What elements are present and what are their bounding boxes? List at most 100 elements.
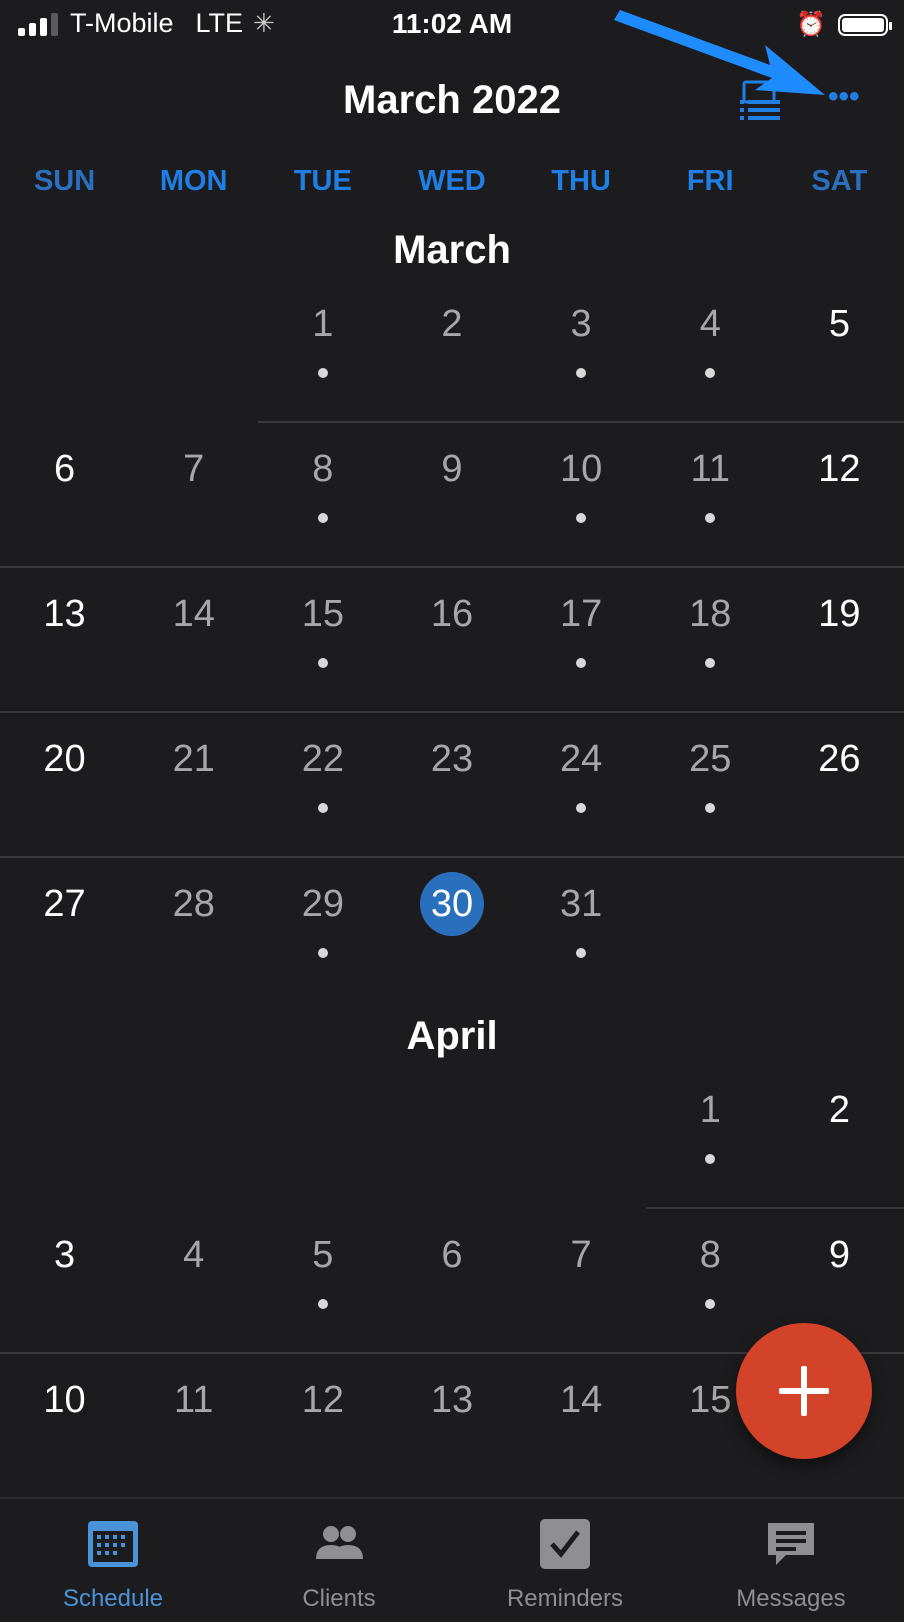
day-cell[interactable]: 2 [387,278,516,423]
nav-bar: March 2022 ••• [0,60,904,140]
day-cell[interactable]: 25 [646,713,775,858]
message-bubble-icon [764,1517,818,1571]
day-cell[interactable]: 23 [387,713,516,858]
day-cell[interactable]: 16 [387,568,516,713]
day-cell[interactable]: 1 [258,278,387,423]
day-number: 3 [53,1234,76,1276]
day-cell[interactable]: 5 [258,1209,387,1354]
day-number: 26 [818,738,861,780]
day-cell[interactable]: 12 [258,1354,387,1499]
day-cell[interactable]: 15 [258,568,387,713]
status-right: ⏰ [796,10,892,39]
day-number: 25 [689,738,732,780]
weekday-sun: SUN [33,165,96,197]
day-cell[interactable]: 20 [0,713,129,858]
weekday-sat: SAT [811,165,868,197]
day-number: 16 [430,593,474,635]
appointment-dot [705,1299,716,1309]
day-cell[interactable]: 8 [646,1209,775,1354]
day-cell[interactable]: 18 [646,568,775,713]
day-cell[interactable]: 17 [517,568,646,713]
day-cell[interactable]: 11 [646,423,775,568]
day-cell[interactable]: 14 [129,568,258,713]
tab-reminders[interactable]: Reminders [452,1499,678,1622]
day-number: 4 [699,303,721,345]
day-cell[interactable]: 29 [258,858,387,1003]
day-number: 12 [818,448,861,490]
day-cell[interactable]: 19 [775,568,904,713]
tab-reminders-label: Reminders [506,1585,624,1612]
day-cell[interactable]: 5 [775,278,904,423]
more-options-button[interactable]: ••• [828,82,868,114]
week-row: 27 28 29 30 31 [0,856,904,1003]
status-time: 11:02 AM [391,8,513,39]
day-cell[interactable]: 10 [0,1354,129,1499]
alarm-icon: ⏰ [796,11,826,38]
weekday-thu: THU [551,165,611,197]
day-number: 3 [570,303,592,345]
day-number: 5 [828,303,850,345]
day-cell[interactable]: 21 [129,713,258,858]
tab-messages[interactable]: Messages [678,1499,904,1622]
day-number: 31 [559,883,603,925]
appointment-dot [705,513,716,523]
week-row: 20 21 22 23 24 25 26 [0,711,904,858]
appointment-dot [576,948,587,958]
day-number: 21 [172,738,215,780]
tab-schedule[interactable]: Schedule [0,1499,226,1622]
day-cell[interactable]: 3 [0,1209,129,1354]
day-cell[interactable]: 4 [646,278,775,423]
appointment-dot [576,368,587,378]
day-number: 20 [43,738,86,780]
day-cell[interactable]: 9 [387,423,516,568]
tab-clients[interactable]: Clients [226,1499,452,1622]
day-cell[interactable]: 8 [258,423,387,568]
add-appointment-button[interactable] [736,1323,872,1459]
day-number: 13 [43,593,86,635]
day-cell[interactable]: 3 [517,278,646,423]
day-cell[interactable]: 24 [517,713,646,858]
appointment-dot [317,368,328,378]
day-cell[interactable]: 30 [387,858,516,1003]
day-cell[interactable]: 14 [517,1354,646,1499]
day-number: 10 [559,448,603,490]
day-number: 7 [570,1234,592,1276]
day-cell[interactable]: 10 [517,423,646,568]
day-cell[interactable]: 2 [775,1064,904,1209]
day-cell[interactable]: 26 [775,713,904,858]
day-cell[interactable]: 27 [0,858,129,1003]
day-number: 14 [172,593,215,635]
day-number: 4 [183,1234,205,1276]
day-cell[interactable]: 22 [258,713,387,858]
appointment-dot [705,368,716,378]
day-cell[interactable]: 28 [129,858,258,1003]
day-number: 17 [559,593,603,635]
list-view-icon[interactable] [738,78,784,124]
weekday-tue: TUE [293,165,352,197]
day-cell[interactable]: 31 [517,858,646,1003]
day-cell[interactable]: 13 [387,1354,516,1499]
day-cell[interactable]: 11 [129,1354,258,1499]
status-bar: T-Mobile LTE ✳ 11:02 AM ⏰ [0,0,904,54]
day-number: 11 [173,1379,214,1421]
appointment-dot [705,803,716,813]
day-cell[interactable]: 1 [646,1064,775,1209]
day-cell[interactable]: 6 [387,1209,516,1354]
day-cell[interactable]: 13 [0,568,129,713]
weekday-wed: WED [418,165,486,197]
weekday-mon: MON [159,165,228,197]
day-number: 1 [312,303,334,345]
day-cell[interactable]: 4 [129,1209,258,1354]
day-cell[interactable]: 12 [775,423,904,568]
appointment-dot [705,658,716,668]
day-number: 15 [689,1379,732,1421]
day-number: 7 [183,448,205,490]
day-cell[interactable]: 7 [129,423,258,568]
day-number: 6 [441,1234,463,1276]
calendar-icon [86,1517,140,1571]
day-number: 28 [172,883,215,925]
weekday-header: SUN MON TUE WED THU FRI SAT [0,165,904,211]
day-cell[interactable]: 6 [0,423,129,568]
tab-schedule-label: Schedule [62,1585,164,1612]
day-cell[interactable]: 7 [517,1209,646,1354]
